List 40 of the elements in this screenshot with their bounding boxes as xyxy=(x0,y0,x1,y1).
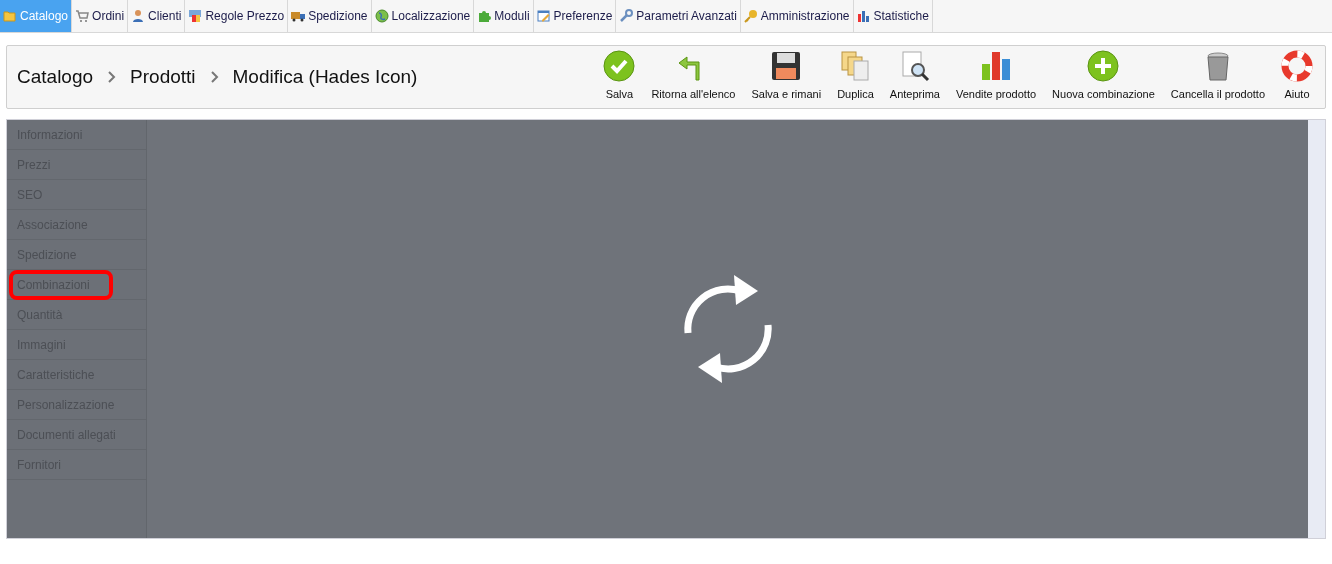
breadcrumb-item[interactable]: Catalogo xyxy=(17,62,94,92)
menu-tab[interactable]: Ordini xyxy=(72,0,129,32)
toolbar-button[interactable]: Anteprima xyxy=(881,49,948,108)
globe-icon xyxy=(374,9,389,23)
breadcrumb-item: Modifica (Hades Icon) xyxy=(232,64,418,89)
cart-icon xyxy=(75,9,90,23)
toolbar-button[interactable]: Cancella il prodotto xyxy=(1162,49,1273,108)
toolbar-button[interactable]: Salva e rimani xyxy=(743,49,830,108)
chevron-icon xyxy=(107,71,117,83)
menu-tab[interactable]: Amministrazione xyxy=(740,0,854,32)
folder-icon xyxy=(3,9,17,23)
truck-icon xyxy=(291,9,306,23)
bar-chart-icon xyxy=(980,49,1013,82)
toolbar-button[interactable]: Nuova combinazione xyxy=(1044,49,1163,108)
toolbar-button[interactable]: Aiuto xyxy=(1273,49,1321,108)
breadcrumb-item[interactable]: Prodotti xyxy=(130,62,196,92)
puzzle-icon xyxy=(477,9,492,23)
lifebuoy-icon xyxy=(1281,49,1313,82)
check-icon xyxy=(603,49,636,82)
duplicate-pages-icon xyxy=(839,49,872,82)
menu-tab[interactable]: Preferenze xyxy=(533,0,617,32)
key-icon xyxy=(743,9,758,23)
toolbar-button[interactable]: Ritorna all'elenco xyxy=(643,49,744,108)
toolbar-button[interactable]: Salva xyxy=(595,49,644,108)
plus-circle-icon xyxy=(1087,49,1120,82)
menu-tab[interactable]: Clienti xyxy=(128,0,186,32)
person-icon xyxy=(131,9,146,23)
menu-tab[interactable]: Moduli xyxy=(474,0,534,32)
menu-tab[interactable]: Statistiche xyxy=(853,0,933,32)
toolbar-button[interactable]: Duplica xyxy=(829,49,882,108)
toolbar-button[interactable]: Vendite prodotto xyxy=(947,49,1045,108)
menu-tab[interactable]: Spedizione xyxy=(288,0,372,32)
chevron-icon xyxy=(209,71,219,83)
menu-tab[interactable]: Regole Prezzo xyxy=(185,0,289,32)
bar-chart-icon xyxy=(856,9,871,23)
menu-tab[interactable]: Parametri Avanzati xyxy=(616,0,741,32)
wrench-icon xyxy=(619,9,634,23)
pencil-window-icon xyxy=(536,9,551,23)
menu-tab[interactable]: Localizzazione xyxy=(371,0,475,32)
price-tag-icon xyxy=(188,9,203,23)
